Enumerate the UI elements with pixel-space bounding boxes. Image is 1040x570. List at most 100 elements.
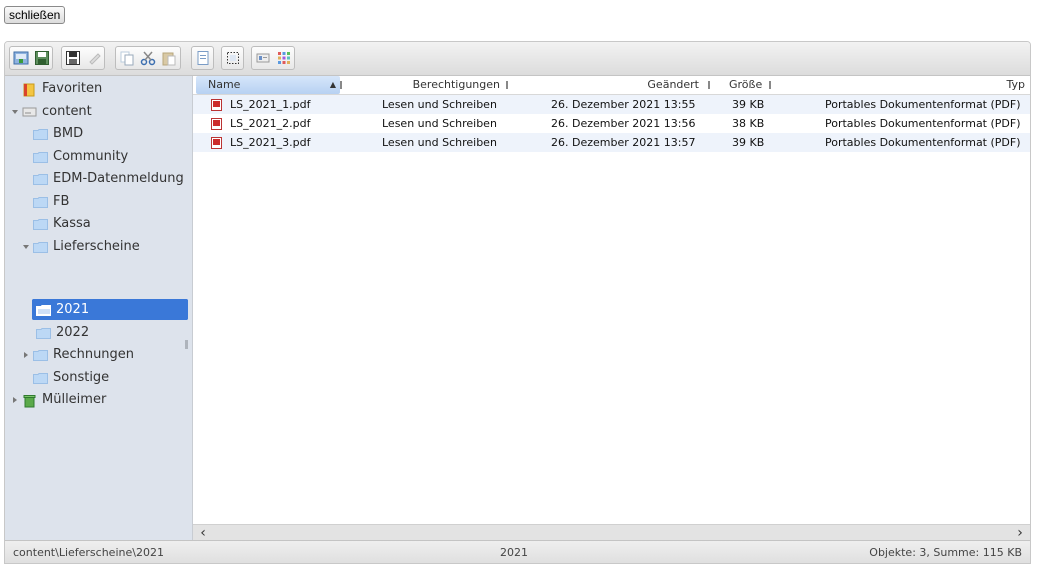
- horizontal-scrollbar[interactable]: ‹ ›: [193, 524, 1030, 541]
- file-type: Portables Dokumentenformat (PDF): [825, 98, 1021, 111]
- copy-icon[interactable]: [116, 47, 137, 69]
- status-summary: Objekte: 3, Summe: 115 KB: [869, 546, 1022, 559]
- trash-icon: [22, 394, 37, 407]
- folder-icon: [33, 372, 48, 384]
- folder-icon: [33, 196, 48, 208]
- icon-view-icon[interactable]: [273, 47, 294, 69]
- close-button[interactable]: schließen: [4, 6, 66, 24]
- sort-asc-icon: ▲: [329, 80, 336, 89]
- column-resize-handle[interactable]: [506, 81, 508, 89]
- tree-item-fb[interactable]: FB: [22, 191, 69, 212]
- collapsed-arrow-icon[interactable]: [22, 351, 30, 359]
- file-type: Portables Dokumentenformat (PDF): [825, 136, 1021, 149]
- tree-label: Lieferscheine: [53, 239, 140, 254]
- scroll-right-icon[interactable]: ›: [1012, 525, 1028, 541]
- folder-icon: [36, 327, 51, 339]
- column-name[interactable]: Name ▲: [196, 76, 340, 94]
- folder-tree: Favoriten content BMD Community EDM-Date…: [5, 76, 193, 540]
- tree-item-content[interactable]: content: [11, 101, 92, 122]
- toolbar-group-edit: [61, 46, 105, 70]
- file-size: 39 KB: [732, 136, 765, 149]
- file-modified: 26. Dezember 2021 13:55: [551, 98, 696, 111]
- tree-item-rechnungen[interactable]: Rechnungen: [22, 344, 134, 365]
- pdf-icon: [211, 136, 222, 155]
- open-folder-icon: [36, 304, 51, 316]
- toolbar-group-select: [221, 46, 244, 70]
- file-permissions: Lesen und Schreiben: [382, 98, 497, 111]
- tree-label: Mülleimer: [42, 392, 107, 407]
- file-size: 38 KB: [732, 117, 765, 130]
- toolbar-group-file: [9, 46, 53, 70]
- tree-item-community[interactable]: Community: [22, 146, 128, 167]
- tree-item-lieferscheine[interactable]: Lieferscheine: [22, 236, 140, 257]
- folder-icon: [33, 218, 48, 230]
- file-name: LS_2021_1.pdf: [230, 98, 311, 111]
- favorites-icon: [22, 83, 37, 96]
- file-row[interactable]: LS_2021_1.pdf Lesen und Schreiben 26. De…: [193, 95, 1030, 114]
- folder-icon: [33, 128, 48, 140]
- upload-icon[interactable]: [10, 47, 31, 69]
- paste-icon[interactable]: [158, 47, 179, 69]
- file-type: Portables Dokumentenformat (PDF): [825, 117, 1021, 130]
- file-manager: Favoriten content BMD Community EDM-Date…: [4, 41, 1031, 564]
- toolbar: [5, 42, 1030, 76]
- tree-label: Sonstige: [53, 370, 110, 385]
- tree-item-edm-datenmeldung[interactable]: EDM-Datenmeldung: [22, 168, 184, 189]
- select-all-icon[interactable]: [222, 47, 243, 69]
- file-row[interactable]: LS_2021_3.pdf Lesen und Schreiben 26. De…: [193, 133, 1030, 152]
- folder-icon: [33, 173, 48, 185]
- tree-item-sonstige[interactable]: Sonstige: [22, 367, 109, 388]
- tree-item-trash[interactable]: Mülleimer: [11, 389, 106, 410]
- column-permissions[interactable]: Berechtigungen: [406, 76, 500, 94]
- sidebar-resize-handle[interactable]: [185, 340, 188, 349]
- file-row[interactable]: LS_2021_2.pdf Lesen und Schreiben 26. De…: [193, 114, 1030, 133]
- tree-item-2021-selected[interactable]: 2021: [32, 299, 188, 320]
- toolbar-group-info: [191, 46, 214, 70]
- column-resize-handle[interactable]: [708, 81, 710, 89]
- tree-label: 2021: [56, 302, 90, 317]
- disk-icon[interactable]: [62, 47, 83, 69]
- edit-icon[interactable]: [83, 47, 104, 69]
- folder-icon: [33, 349, 48, 361]
- cut-icon[interactable]: [137, 47, 158, 69]
- file-modified: 26. Dezember 2021 13:56: [551, 117, 696, 130]
- collapsed-arrow-icon[interactable]: [11, 396, 19, 404]
- tree-label: Rechnungen: [53, 347, 135, 362]
- column-modified[interactable]: Geändert: [613, 76, 699, 94]
- column-type[interactable]: Typ: [973, 76, 1026, 94]
- column-size[interactable]: Größe: [729, 76, 763, 94]
- expand-arrow-icon[interactable]: [22, 243, 30, 251]
- tree-item-2022[interactable]: 2022: [36, 322, 89, 343]
- column-header: Name ▲ Berechtigungen Geändert Größe Typ: [193, 76, 1030, 95]
- tree-label: BMD: [53, 126, 84, 141]
- tree-label: Kassa: [53, 216, 91, 231]
- tree-item-favorites[interactable]: Favoriten: [11, 78, 102, 99]
- column-resize-handle[interactable]: [769, 81, 771, 89]
- status-bar: content\Lieferscheine\2021 2021 Objekte:…: [5, 540, 1030, 563]
- drive-icon: [22, 106, 37, 118]
- status-current-folder: 2021: [500, 546, 528, 559]
- column-resize-handle[interactable]: [340, 81, 342, 89]
- list-view-icon[interactable]: [252, 47, 273, 69]
- save-icon[interactable]: [31, 47, 52, 69]
- file-permissions: Lesen und Schreiben: [382, 117, 497, 130]
- tree-item-kassa[interactable]: Kassa: [22, 213, 91, 234]
- file-size: 39 KB: [732, 98, 765, 111]
- status-path: content\Lieferscheine\2021: [13, 546, 164, 559]
- tree-label: 2022: [56, 325, 90, 340]
- folder-icon: [33, 151, 48, 163]
- info-icon[interactable]: [192, 47, 213, 69]
- toolbar-group-clipboard: [115, 46, 181, 70]
- tree-label: Community: [53, 149, 129, 164]
- tree-label: Favoriten: [42, 81, 103, 96]
- tree-label: content: [42, 104, 92, 119]
- file-list: Name ▲ Berechtigungen Geändert Größe Typ…: [193, 76, 1030, 541]
- folder-icon: [33, 241, 48, 253]
- file-modified: 26. Dezember 2021 13:57: [551, 136, 696, 149]
- tree-label: FB: [53, 194, 70, 209]
- tree-label: EDM-Datenmeldung: [53, 171, 184, 186]
- file-name: LS_2021_3.pdf: [230, 136, 311, 149]
- scroll-left-icon[interactable]: ‹: [195, 525, 211, 541]
- expand-arrow-icon[interactable]: [11, 108, 19, 116]
- tree-item-bmd[interactable]: BMD: [22, 123, 83, 144]
